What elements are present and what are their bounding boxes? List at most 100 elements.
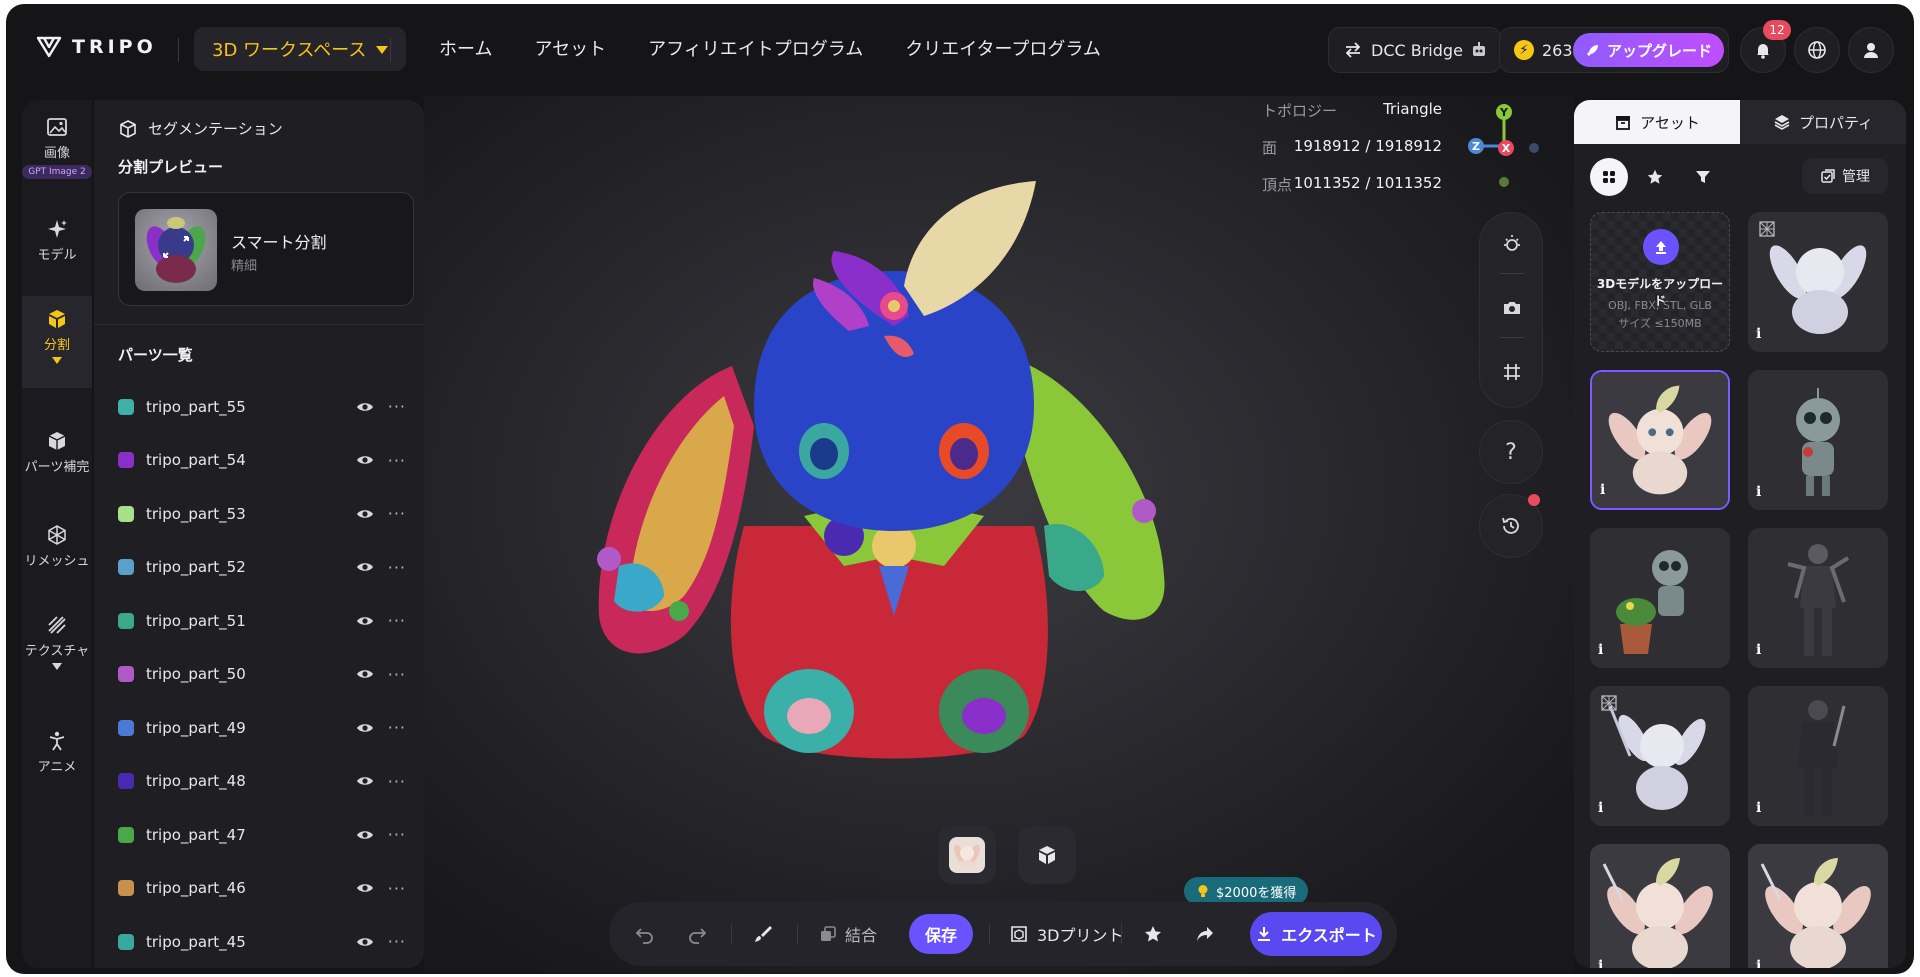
paint-button[interactable] xyxy=(753,902,773,966)
rail-item-model[interactable]: モデル xyxy=(22,218,92,263)
more-options-icon[interactable]: ··· xyxy=(388,665,406,684)
part-row[interactable]: tripo_part_49 ··· xyxy=(94,701,424,755)
part-row[interactable]: tripo_part_50 ··· xyxy=(94,648,424,702)
eye-icon[interactable] xyxy=(356,826,374,844)
nav-home[interactable]: ホーム xyxy=(418,30,513,70)
info-icon[interactable]: i xyxy=(1756,800,1776,820)
asset-tile[interactable]: i xyxy=(1748,686,1888,826)
model-thumbnail-button[interactable] xyxy=(938,826,996,884)
dcc-bridge-button[interactable]: DCC Bridge xyxy=(1328,27,1502,73)
tab-assets[interactable]: アセット xyxy=(1574,100,1740,144)
eye-icon[interactable] xyxy=(356,451,374,469)
info-icon[interactable]: i xyxy=(1756,484,1776,504)
info-icon[interactable]: i xyxy=(1600,482,1620,502)
asset-tile[interactable]: i xyxy=(1748,528,1888,668)
part-row[interactable]: tripo_part_51 ··· xyxy=(94,594,424,648)
grid-icon[interactable] xyxy=(1501,361,1523,383)
filter-button[interactable] xyxy=(1684,158,1722,196)
undo-button[interactable] xyxy=(633,902,655,966)
help-button[interactable]: ? xyxy=(1479,420,1543,484)
eye-icon[interactable] xyxy=(356,772,374,790)
rail-item-part-complete[interactable]: パーツ補完 xyxy=(22,430,92,475)
notifications-button[interactable]: 12 xyxy=(1740,20,1791,73)
info-icon[interactable]: i xyxy=(1756,642,1776,662)
part-row[interactable]: tripo_part_55 ··· xyxy=(94,380,424,434)
grid-view-button[interactable] xyxy=(1590,158,1628,196)
favorites-filter-button[interactable] xyxy=(1636,158,1674,196)
part-color-swatch[interactable] xyxy=(118,398,134,415)
rail-item-image[interactable]: 画像 GPT Image 2 xyxy=(22,116,92,179)
eye-icon[interactable] xyxy=(356,558,374,576)
eye-icon[interactable] xyxy=(356,612,374,630)
axis-gizmo[interactable]: Y Z X xyxy=(1462,100,1552,190)
part-row[interactable]: tripo_part_45 ··· xyxy=(94,915,424,968)
info-icon[interactable]: i xyxy=(1756,326,1776,346)
part-color-swatch[interactable] xyxy=(118,452,134,469)
part-row[interactable]: tripo_part_46 ··· xyxy=(94,862,424,916)
part-row[interactable]: tripo_part_52 ··· xyxy=(94,541,424,595)
part-color-swatch[interactable] xyxy=(118,773,134,790)
rail-item-texture[interactable]: テクスチャ xyxy=(22,614,92,670)
more-options-icon[interactable]: ··· xyxy=(388,879,406,898)
more-options-icon[interactable]: ··· xyxy=(388,825,406,844)
eye-icon[interactable] xyxy=(356,879,374,897)
rail-item-animation[interactable]: アニメ xyxy=(22,730,92,775)
info-icon[interactable]: i xyxy=(1598,642,1618,662)
part-color-swatch[interactable] xyxy=(118,880,134,897)
more-options-icon[interactable]: ··· xyxy=(388,932,406,951)
save-button[interactable]: 保存 xyxy=(909,914,973,954)
merge-button[interactable]: 結合 xyxy=(819,902,877,966)
more-options-icon[interactable]: ··· xyxy=(388,504,406,523)
upgrade-button[interactable]: アップグレード xyxy=(1572,33,1724,67)
more-options-icon[interactable]: ··· xyxy=(388,718,406,737)
part-row[interactable]: tripo_part_53 ··· xyxy=(94,487,424,541)
eye-icon[interactable] xyxy=(356,719,374,737)
eye-icon[interactable] xyxy=(356,505,374,523)
asset-tile[interactable]: i xyxy=(1590,686,1730,826)
info-icon[interactable]: i xyxy=(1598,958,1618,968)
redo-button[interactable] xyxy=(687,902,709,966)
tripo-logo[interactable]: TRIPO xyxy=(36,34,157,60)
nav-creator[interactable]: クリエイタープログラム xyxy=(884,30,1122,70)
part-color-swatch[interactable] xyxy=(118,666,134,683)
more-options-icon[interactable]: ··· xyxy=(388,397,406,416)
3d-print-button[interactable]: 3Dプリント xyxy=(1009,902,1124,966)
lighting-icon[interactable] xyxy=(1501,233,1523,255)
export-button[interactable]: エクスポート xyxy=(1250,912,1382,956)
rail-item-remesh[interactable]: リメッシュ xyxy=(22,524,92,569)
3d-viewport[interactable] xyxy=(424,96,1574,974)
nav-assets[interactable]: アセット xyxy=(513,30,627,70)
manage-button[interactable]: 管理 xyxy=(1802,158,1888,194)
nav-affiliate[interactable]: アフィリエイトプログラム xyxy=(627,30,884,70)
tab-properties[interactable]: プロパティ xyxy=(1740,100,1906,144)
part-row[interactable]: tripo_part_48 ··· xyxy=(94,755,424,809)
asset-tile-selected[interactable]: i xyxy=(1590,370,1730,510)
profile-button[interactable] xyxy=(1848,27,1894,73)
part-row[interactable]: tripo_part_47 ··· xyxy=(94,808,424,862)
eye-icon[interactable] xyxy=(356,933,374,951)
segment-view-button[interactable] xyxy=(1018,826,1076,884)
part-row[interactable]: tripo_part_54 ··· xyxy=(94,434,424,488)
part-color-swatch[interactable] xyxy=(118,505,134,522)
workspace-dropdown[interactable]: 3D ワークスペース xyxy=(194,27,407,71)
part-color-swatch[interactable] xyxy=(118,559,134,576)
asset-tile[interactable]: i xyxy=(1590,528,1730,668)
eye-icon[interactable] xyxy=(356,665,374,683)
part-color-swatch[interactable] xyxy=(118,826,134,843)
rail-item-segment[interactable]: 分割 xyxy=(22,296,92,388)
upload-model-tile[interactable]: 3Dモデルをアップロード OBJ, FBX, STL, GLB サイズ ≤150… xyxy=(1590,212,1730,352)
language-button[interactable] xyxy=(1794,27,1840,73)
favorite-button[interactable] xyxy=(1143,902,1163,966)
share-button[interactable] xyxy=(1195,902,1215,966)
more-options-icon[interactable]: ··· xyxy=(388,772,406,791)
asset-tile[interactable]: i xyxy=(1748,212,1888,352)
info-icon[interactable]: i xyxy=(1598,800,1618,820)
part-color-swatch[interactable] xyxy=(118,933,134,950)
more-options-icon[interactable]: ··· xyxy=(388,451,406,470)
smart-split-card[interactable]: スマート分割 精細 xyxy=(118,192,414,306)
asset-tile[interactable]: i xyxy=(1748,844,1888,968)
more-options-icon[interactable]: ··· xyxy=(388,558,406,577)
more-options-icon[interactable]: ··· xyxy=(388,611,406,630)
reward-tip[interactable]: $2000を獲得 xyxy=(1184,877,1309,912)
asset-tile[interactable]: i xyxy=(1590,844,1730,968)
